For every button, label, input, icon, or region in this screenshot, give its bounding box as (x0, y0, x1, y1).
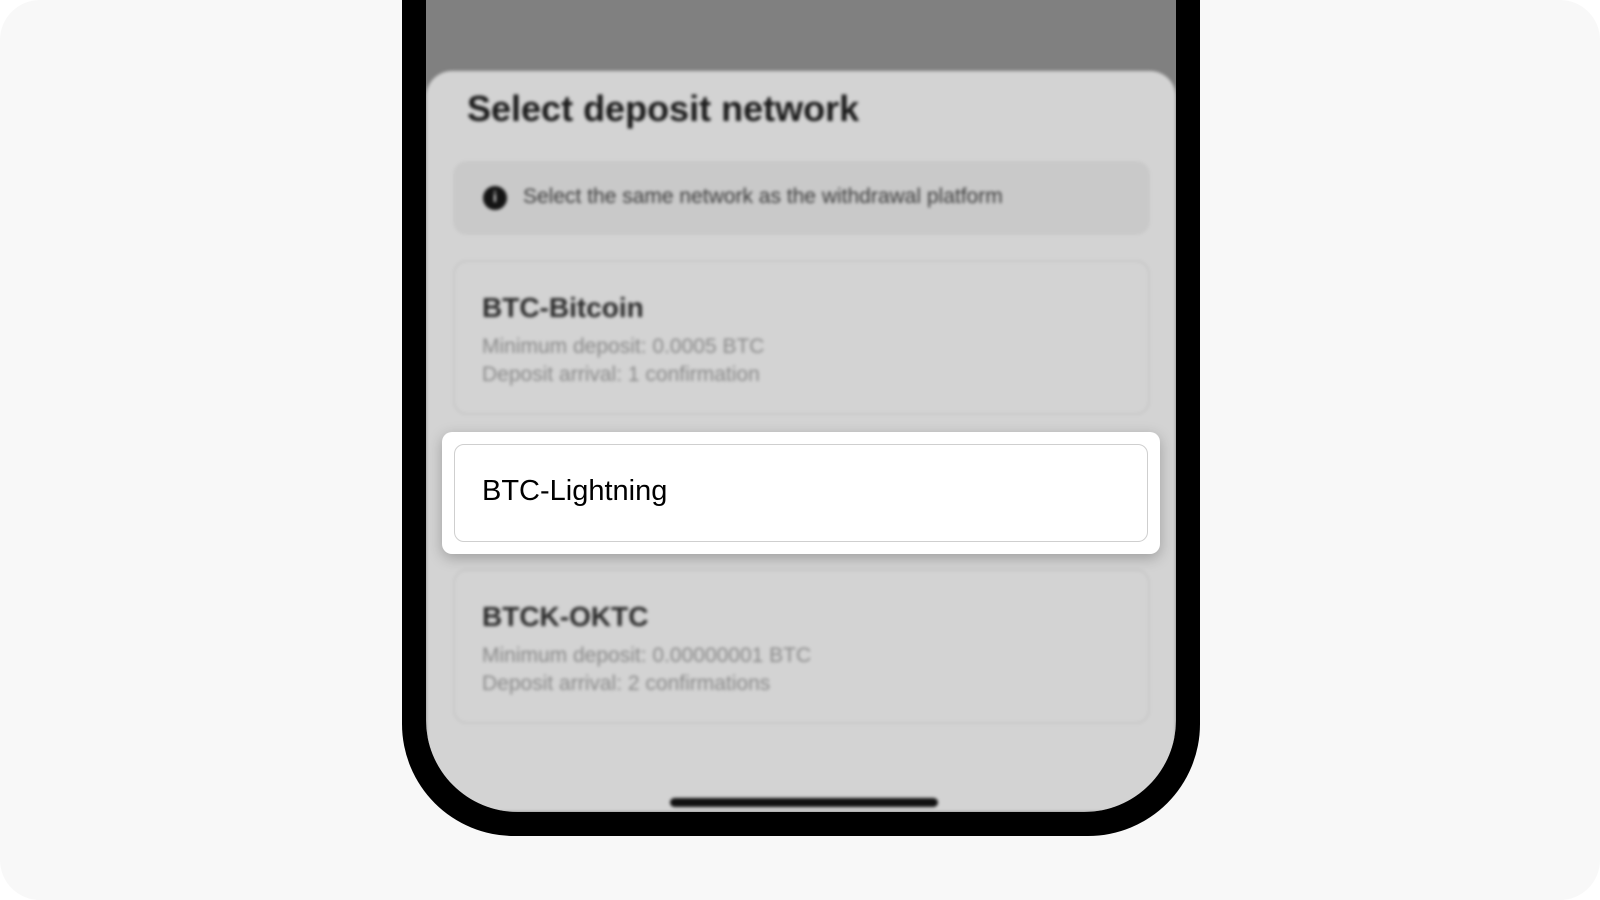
network-min-deposit: Minimum deposit: 0.00000001 BTC (482, 644, 812, 667)
network-name: BTC-Bitcoin (482, 292, 644, 323)
network-arrival: Deposit arrival: 2 confirmations (482, 672, 771, 695)
network-option-btck-oktc[interactable]: BTCK-OKTC Minimum deposit: 0.00000001 BT… (453, 569, 1150, 724)
network-notice-banner: i Select the same network as the withdra… (453, 161, 1150, 235)
info-icon: i (483, 186, 507, 210)
network-name: BTC-Lightning (482, 475, 668, 507)
network-option-btc-lightning[interactable]: BTC-Lightning (454, 444, 1148, 542)
network-name: BTCK-OKTC (482, 601, 649, 632)
home-indicator (670, 798, 938, 807)
phone-screen: Select deposit network i Select the same… (426, 0, 1176, 812)
network-arrival: Deposit arrival: 1 confirmation (482, 363, 760, 386)
sheet-title: Select deposit network (467, 88, 860, 129)
tutorial-canvas: Select deposit network i Select the same… (0, 0, 1600, 900)
highlighted-network-option: BTC-Lightning (442, 432, 1160, 554)
phone-frame: Select deposit network i Select the same… (402, 0, 1200, 836)
notice-text: Select the same network as the withdrawa… (523, 185, 1003, 208)
network-min-deposit: Minimum deposit: 0.0005 BTC (482, 335, 765, 358)
network-option-btc-bitcoin[interactable]: BTC-Bitcoin Minimum deposit: 0.0005 BTC … (453, 260, 1150, 415)
